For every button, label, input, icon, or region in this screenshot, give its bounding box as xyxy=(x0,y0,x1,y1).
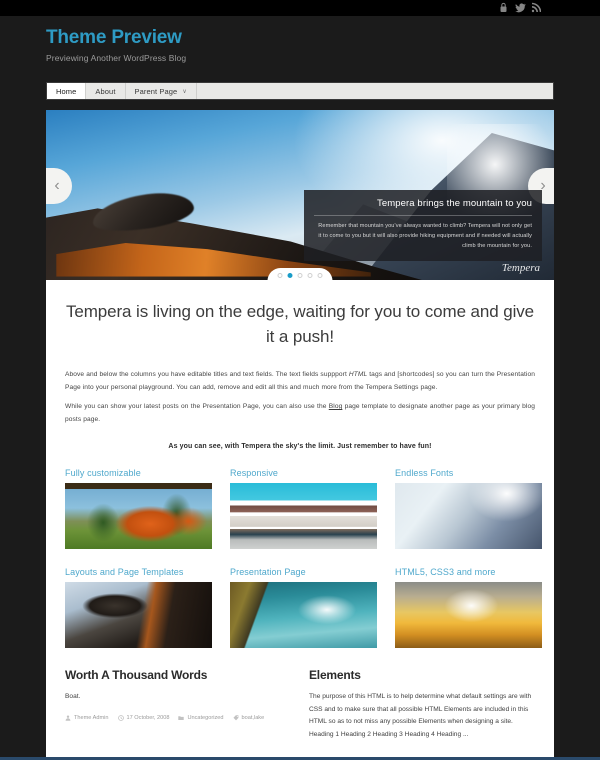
main-body: Tempera is living on the edge, waiting f… xyxy=(46,280,554,742)
slide-caption-text: Remember that mountain you've always wan… xyxy=(318,223,532,249)
nav-item-home[interactable]: Home xyxy=(47,83,87,99)
post-tags-label: boat,lake xyxy=(241,714,265,721)
feature-column-presentation-page: Presentation Page xyxy=(230,567,377,648)
folder-icon xyxy=(178,715,185,720)
page-shell: Theme Preview Previewing Another WordPre… xyxy=(0,16,600,760)
feature-image-autumn-park[interactable] xyxy=(65,482,212,549)
feature-image-coastal-cove[interactable] xyxy=(230,581,377,648)
clock-icon xyxy=(117,714,124,721)
slider-dot-3[interactable] xyxy=(297,273,303,278)
intro2-text-a: While you can show your latest posts on … xyxy=(65,402,329,410)
post-author[interactable]: Theme Admin xyxy=(65,715,109,721)
intro-paragraph-2: While you can show your latest posts on … xyxy=(65,401,535,427)
post-excerpt: Boat. xyxy=(65,692,81,700)
slide-caption: Tempera brings the mountain to you Remem… xyxy=(304,190,542,262)
slider-dot-4[interactable] xyxy=(307,273,313,278)
post-title[interactable]: Worth A Thousand Words xyxy=(65,668,291,682)
post-author-label: Theme Admin xyxy=(74,714,109,721)
social-icon-group xyxy=(499,2,541,13)
post-elements: Elements The purpose of this HTML is to … xyxy=(309,668,535,742)
chevron-down-icon: ∨ xyxy=(182,88,187,95)
twitter-icon[interactable] xyxy=(515,2,526,13)
post-worth-a-thousand-words: Worth A Thousand Words Boat. Theme Admin… xyxy=(65,668,291,742)
post-category-label: Uncategorized xyxy=(187,714,224,721)
site-description: Previewing Another WordPress Blog xyxy=(46,52,187,63)
post-excerpt: The purpose of this HTML is to help dete… xyxy=(309,692,532,739)
site-header: Theme Preview Previewing Another WordPre… xyxy=(46,27,554,63)
blog-link[interactable]: Blog xyxy=(329,403,343,410)
slider-brand-watermark: Tempera xyxy=(501,262,540,274)
nav-item-about[interactable]: About xyxy=(86,83,126,99)
feature-image-rock-formation[interactable] xyxy=(65,581,212,648)
feature-title[interactable]: Responsive xyxy=(230,468,377,478)
post-tags[interactable]: boat,lake xyxy=(232,714,265,721)
content-card: ‹ › Tempera brings the mountain to you R… xyxy=(46,110,554,760)
feature-image-golden-sunset[interactable] xyxy=(395,581,542,648)
slider-dot-1[interactable] xyxy=(277,273,283,278)
html-emphasis: HTML xyxy=(348,371,368,379)
feature-title[interactable]: Fully customizable xyxy=(65,468,212,478)
feature-title[interactable]: Layouts and Page Templates xyxy=(65,567,212,577)
slider-prev-glyph: ‹ xyxy=(54,177,60,194)
post-meta: Theme Admin 17 October, 2008 Uncategoriz… xyxy=(65,715,291,721)
feature-row-2: Layouts and Page Templates Presentation … xyxy=(65,567,542,648)
feature-title[interactable]: HTML5, CSS3 and more xyxy=(395,567,542,577)
main-navigation: Home About Parent Page ∨ xyxy=(46,82,554,100)
page-headline: Tempera is living on the edge, waiting f… xyxy=(65,302,535,346)
feature-title[interactable]: Endless Fonts xyxy=(395,468,542,478)
slider-dot-5[interactable] xyxy=(317,273,323,278)
feature-title[interactable]: Presentation Page xyxy=(230,567,377,577)
tagline-text: As you can see, with Tempera the sky's t… xyxy=(168,442,432,450)
hero-slider: ‹ › Tempera brings the mountain to you R… xyxy=(46,110,554,280)
post-date-label: 17 October, 2008 xyxy=(126,714,170,721)
feature-column-endless-fonts: Endless Fonts xyxy=(395,468,542,549)
intro-text-a: Above and below the columns you have edi… xyxy=(65,371,349,379)
feature-column-html5-css3: HTML5, CSS3 and more xyxy=(395,567,542,648)
feature-column-layouts-page-templates: Layouts and Page Templates xyxy=(65,567,212,648)
site-title[interactable]: Theme Preview xyxy=(46,27,554,49)
feature-image-foggy-mountain[interactable] xyxy=(395,482,542,549)
user-icon xyxy=(65,715,71,721)
feature-column-fully-customizable: Fully customizable xyxy=(65,468,212,549)
tag-icon xyxy=(232,714,238,720)
slide-caption-title: Tempera brings the mountain to you xyxy=(314,198,532,216)
nav-item-label: About xyxy=(95,86,116,96)
nav-item-label: Home xyxy=(56,86,77,96)
login-icon[interactable] xyxy=(499,2,508,13)
feature-row-1: Fully customizable Responsive Endless Fo… xyxy=(65,468,542,549)
post-date[interactable]: 17 October, 2008 xyxy=(117,714,170,721)
top-utility-bar xyxy=(0,0,600,16)
slider-dot-2[interactable] xyxy=(287,273,293,278)
rss-icon[interactable] xyxy=(531,2,541,13)
post-title[interactable]: Elements xyxy=(309,668,535,682)
post-listing: Worth A Thousand Words Boat. Theme Admin… xyxy=(65,668,535,742)
feature-column-responsive: Responsive xyxy=(230,468,377,549)
post-category[interactable]: Uncategorized xyxy=(178,714,224,721)
slider-pagination xyxy=(267,268,333,280)
intro-paragraph-1: Above and below the columns you have edi… xyxy=(65,369,535,395)
nav-item-label: Parent Page xyxy=(134,86,178,96)
feature-image-snow-mountain-lake[interactable] xyxy=(230,482,377,549)
nav-item-parent-page[interactable]: Parent Page ∨ xyxy=(126,83,197,99)
